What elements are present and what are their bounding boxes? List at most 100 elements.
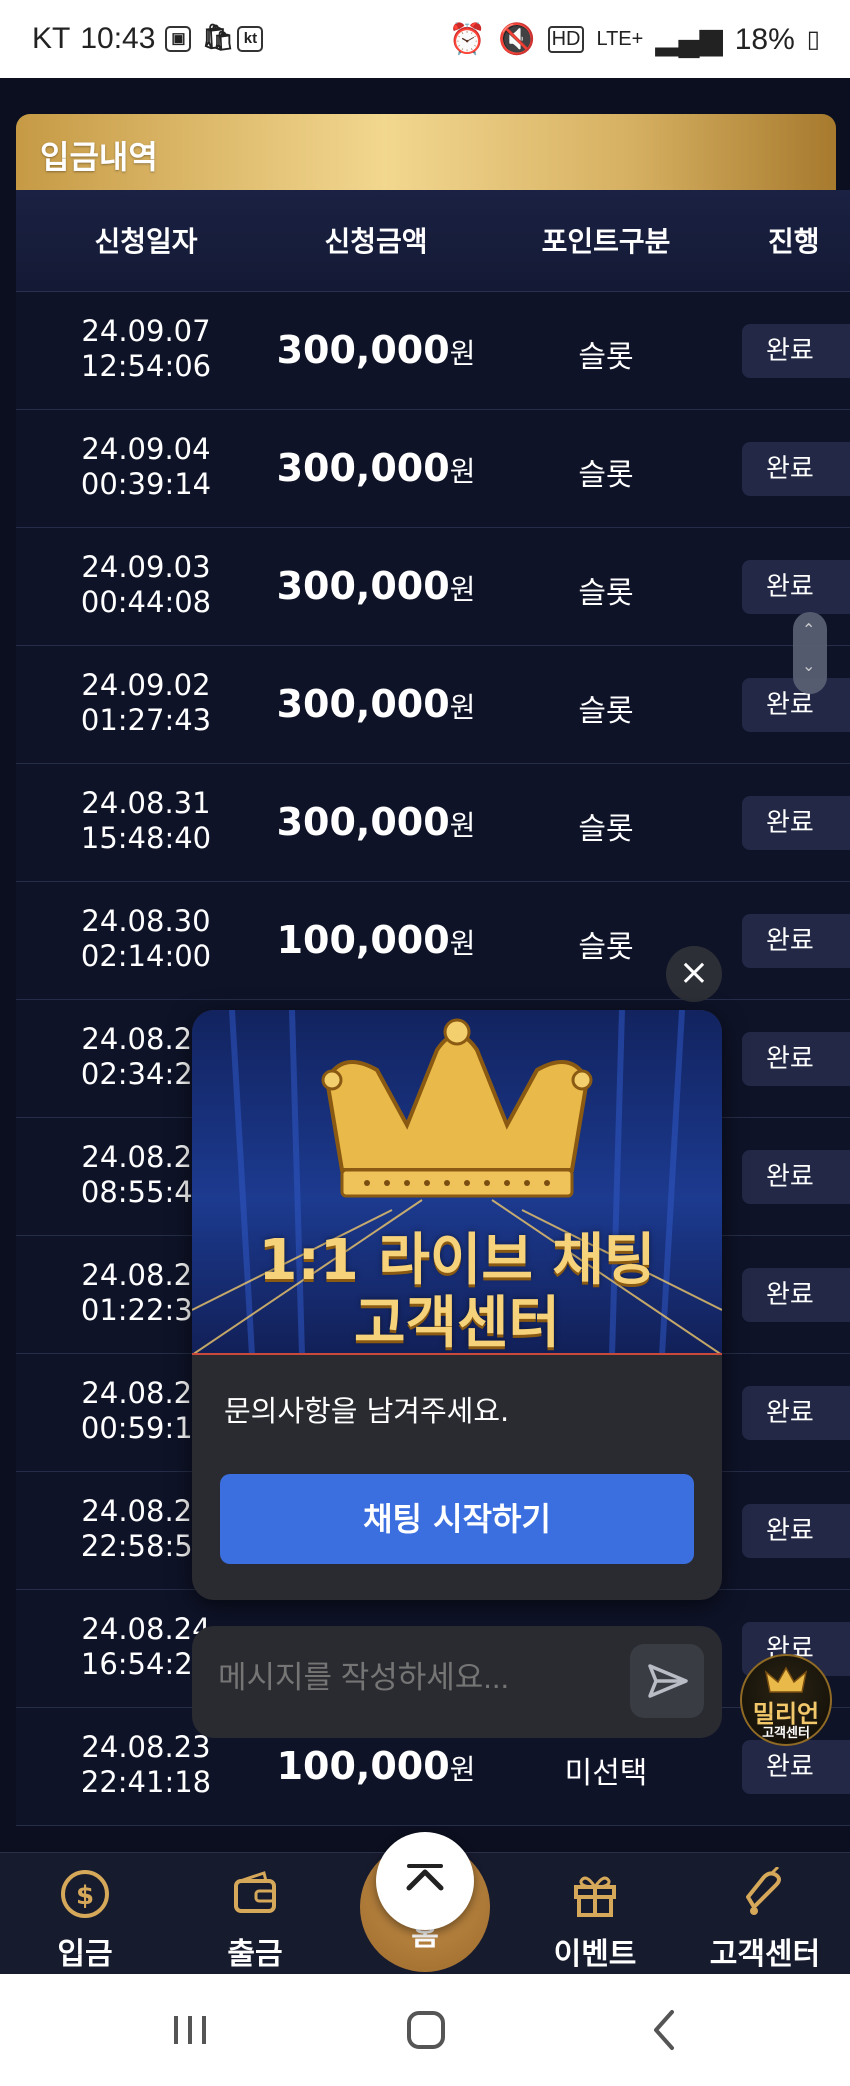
table-row: 24.09.07 12:54:06 300,000원 슬롯 완료: [16, 292, 850, 410]
row-amount: 100,000원: [256, 918, 496, 962]
row-point-type: 슬롯: [578, 812, 634, 847]
header-amount: 신청금액: [324, 225, 428, 258]
chevron-up-icon: [406, 1864, 444, 1891]
status-bar: KT 10:43 ▣ 🛍 kt ⏰ 🔇 HD LTE+ ▂▄▆ 18% ▯: [0, 0, 850, 78]
nav-deposit[interactable]: $ 입금: [10, 1863, 160, 1973]
row-point-type: 미선택: [564, 1756, 648, 1791]
row-status-badge[interactable]: 완료: [742, 1740, 850, 1794]
row-date-time: 02:14:00: [80, 939, 212, 973]
row-amount: 300,000원: [256, 800, 496, 844]
message-input[interactable]: [218, 1660, 598, 1696]
row-amount-unit: 원: [449, 455, 476, 488]
chevron-down-icon: ⌄: [802, 656, 816, 675]
nav-event[interactable]: 이벤트: [520, 1863, 670, 1973]
kt-app-icon: kt: [237, 26, 264, 52]
recent-apps-icon[interactable]: [160, 2004, 220, 2056]
panel-header: 입금내역: [16, 114, 836, 190]
row-amount-value: 300,000: [276, 446, 450, 490]
row-amount-value: 300,000: [276, 328, 450, 372]
battery-level: 18%: [734, 22, 795, 56]
start-chat-button[interactable]: 채팅 시작하기: [220, 1474, 694, 1564]
nav-withdraw-label: 출금: [227, 1937, 283, 1972]
row-date: 24.09.07 12:54:06: [56, 314, 236, 384]
send-button[interactable]: [630, 1644, 704, 1718]
row-status-badge[interactable]: 완료: [742, 1386, 850, 1440]
row-date-day: 24.09.03: [81, 550, 211, 584]
nav-customer-center-label: 고객센터: [709, 1937, 821, 1972]
row-amount: 300,000원: [256, 682, 496, 726]
svg-text:$: $: [76, 1881, 94, 1911]
row-amount-unit: 원: [449, 927, 476, 960]
row-status-badge[interactable]: 완료: [742, 796, 850, 850]
table-header: 신청일자 신청금액 포인트구분 진행: [16, 190, 850, 292]
row-point-type: 슬롯: [578, 340, 634, 375]
table-row: 24.09.02 01:27:43 300,000원 슬롯 완료: [16, 646, 850, 764]
row-amount-value: 100,000: [276, 918, 450, 962]
header-status: 진행: [768, 225, 820, 258]
row-date: 24.09.04 00:39:14: [56, 432, 236, 502]
back-icon[interactable]: [636, 2004, 696, 2056]
network-type: LTE+: [596, 28, 644, 50]
panel-title: 입금내역: [40, 138, 158, 176]
row-status-badge[interactable]: 완료: [742, 1268, 850, 1322]
row-status-badge[interactable]: 완료: [742, 442, 850, 496]
row-date-time: 00:44:08: [80, 585, 212, 619]
nav-event-label: 이벤트: [553, 1937, 637, 1972]
crown-icon: [321, 1018, 593, 1198]
row-amount: 300,000원: [256, 328, 496, 372]
message-composer: [192, 1626, 722, 1738]
row-status-badge[interactable]: 완료: [742, 324, 850, 378]
row-amount-unit: 원: [449, 573, 476, 606]
customer-center-floating-badge[interactable]: 밀리언 고객센터: [740, 1654, 832, 1746]
row-date: 24.08.31 15:48:40: [56, 786, 236, 856]
row-point-type: 슬롯: [578, 458, 634, 493]
badge-label: 고객센터: [762, 1726, 810, 1741]
row-date-day: 24.09.07: [81, 314, 211, 348]
popup-close-button[interactable]: ×: [666, 946, 722, 1002]
row-status-badge[interactable]: 완료: [742, 914, 850, 968]
shopping-bag-icon: 🛍: [201, 22, 235, 52]
row-status-badge[interactable]: 완료: [742, 1150, 850, 1204]
row-status-badge[interactable]: 완료: [742, 560, 850, 614]
header-date: 신청일자: [94, 225, 198, 258]
row-amount: 100,000원: [256, 1744, 496, 1788]
row-status-badge[interactable]: 완료: [742, 1504, 850, 1558]
banner-subtitle: 고객센터: [353, 1291, 561, 1355]
alarm-icon: ⏰: [448, 23, 487, 56]
row-amount-unit: 원: [449, 337, 476, 370]
hd-icon: HD: [547, 26, 585, 53]
signal-icon: ▂▄▆: [655, 23, 723, 56]
nav-withdraw[interactable]: 출금: [180, 1863, 330, 1973]
chevron-up-icon: ⌃: [802, 620, 816, 639]
home-icon[interactable]: [396, 2004, 456, 2056]
row-status-badge[interactable]: 완료: [742, 1032, 850, 1086]
live-chat-popup: 1:1 라이브 채팅 고객센터 문의사항을 남겨주세요. 채팅 시작하기: [192, 1010, 722, 1600]
row-date-time: 00:39:14: [80, 467, 212, 501]
scrollbar-thumb[interactable]: ⌃ ⌄: [793, 612, 827, 694]
row-point-type: 슬롯: [578, 576, 634, 611]
row-date-time: 12:54:06: [80, 349, 212, 383]
scroll-to-top-button[interactable]: [376, 1832, 474, 1930]
row-amount: 300,000원: [256, 564, 496, 608]
clock: 10:43: [80, 22, 156, 55]
gallery-icon: ▣: [165, 26, 192, 52]
carrier: KT: [32, 22, 71, 55]
dollar-coin-icon: $: [61, 1870, 109, 1918]
row-date: 24.09.02 01:27:43: [56, 668, 236, 738]
row-date: 24.09.03 00:44:08: [56, 550, 236, 620]
row-amount-unit: 원: [449, 1753, 476, 1786]
row-date-time: 15:48:40: [80, 821, 212, 855]
battery-icon: ▯: [806, 26, 820, 53]
bell-icon: [746, 1867, 781, 1915]
nav-customer-center[interactable]: 고객센터: [690, 1863, 840, 1973]
row-point-type: 슬롯: [578, 694, 634, 729]
row-amount-value: 300,000: [276, 800, 450, 844]
row-date-time: 01:27:43: [80, 703, 212, 737]
nav-deposit-label: 입금: [57, 1937, 113, 1972]
row-amount-value: 300,000: [276, 564, 450, 608]
live-chat-banner: 1:1 라이브 채팅 고객센터: [192, 1010, 722, 1355]
header-point-type: 포인트구분: [541, 225, 671, 258]
row-date-day: 24.08.31: [81, 786, 211, 820]
row-amount: 300,000원: [256, 446, 496, 490]
gift-icon: [574, 1876, 616, 1917]
